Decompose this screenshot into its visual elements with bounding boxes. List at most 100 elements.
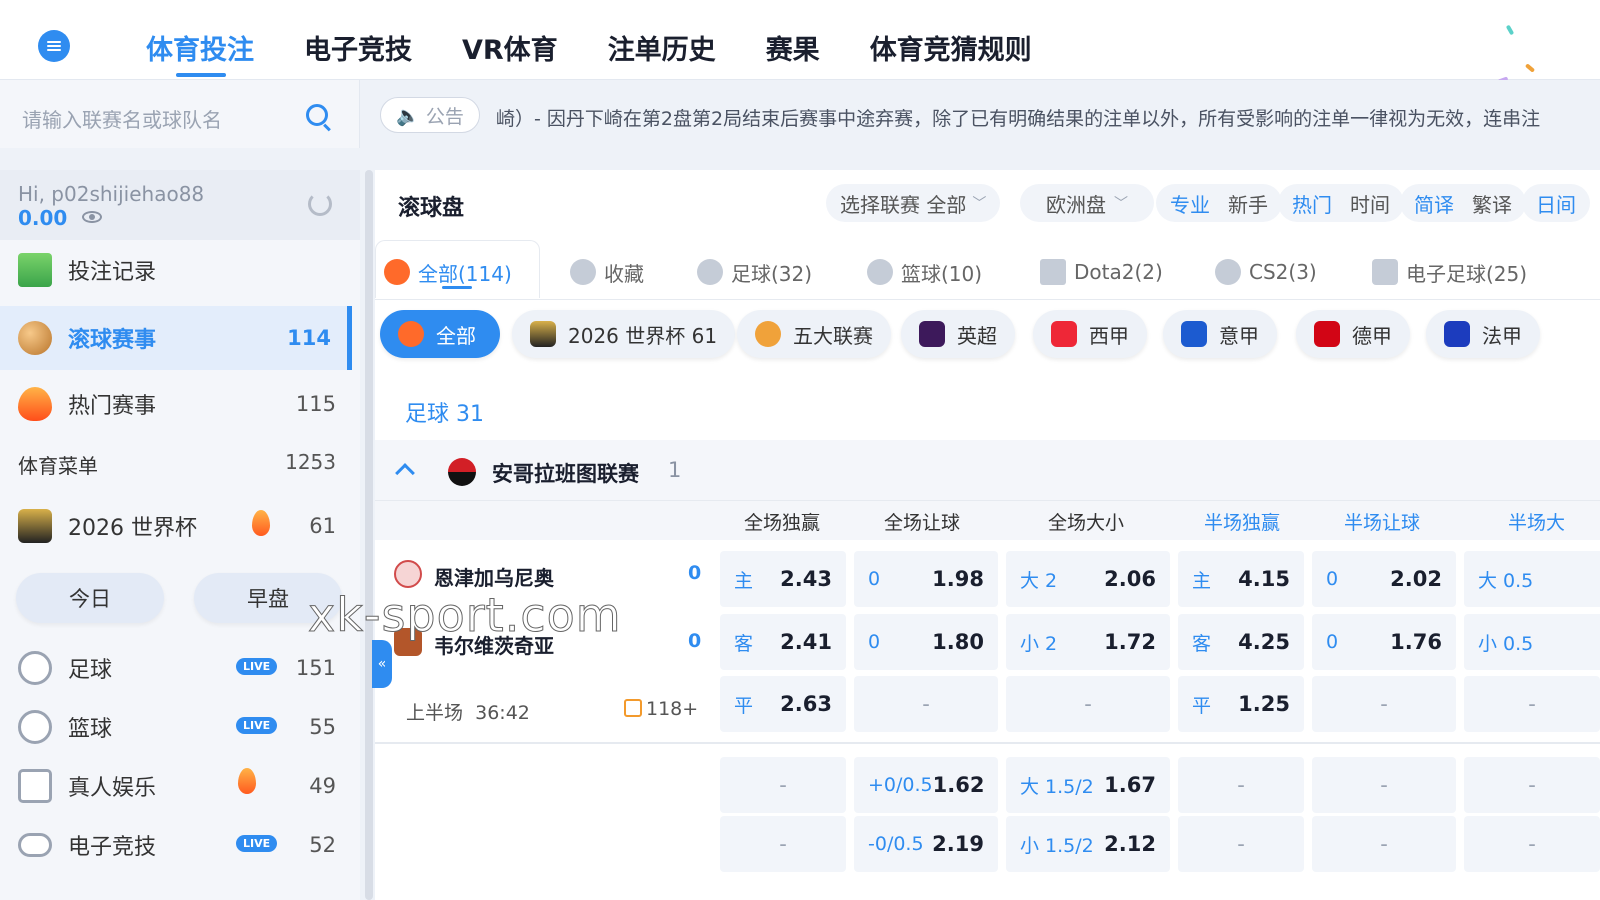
- odds-ft-handicap-alt-away[interactable]: -0/0.5 2.19: [854, 816, 998, 872]
- nav-vr-sports[interactable]: VR体育: [462, 28, 558, 67]
- odds-ft-draw[interactable]: 平 2.63: [720, 676, 846, 732]
- odds-value: 1.76: [1390, 630, 1442, 654]
- sidebar-item-bet-records[interactable]: 投注记录: [0, 238, 352, 302]
- odds-ft-over-alt[interactable]: 大 1.5/2 1.67: [1006, 757, 1170, 813]
- notice-badge[interactable]: 🔈 公告: [380, 97, 480, 133]
- sort-time[interactable]: 时间: [1350, 189, 1390, 218]
- receipt-icon: [18, 253, 52, 287]
- theme-day[interactable]: 日间: [1536, 189, 1576, 218]
- theme-toggle[interactable]: 日间: [1522, 184, 1590, 222]
- sidebar-item-label: 投注记录: [68, 260, 157, 285]
- nav-results[interactable]: 赛果: [766, 28, 820, 67]
- nav-rules[interactable]: 体育竞猜规则: [870, 28, 1032, 67]
- league-chip-ligue1[interactable]: 法甲: [1426, 310, 1540, 358]
- sidebar-item-label: 2026 世界杯: [68, 516, 197, 541]
- menu-icon[interactable]: [38, 30, 70, 62]
- tab-dota2[interactable]: Dota2(2): [1040, 254, 1163, 290]
- odds-ft-home[interactable]: 主 2.43: [720, 551, 846, 607]
- odds-ft-under[interactable]: 小 2 1.72: [1006, 614, 1170, 670]
- nav-esports[interactable]: 电子竞技: [304, 28, 412, 67]
- tab-underline: [442, 286, 472, 289]
- odds-ht-handicap-away[interactable]: 0 1.76: [1312, 614, 1456, 670]
- lang-traditional[interactable]: 繁译: [1472, 189, 1512, 218]
- dota2-icon: [1040, 259, 1066, 285]
- odds-empty: -: [854, 676, 998, 732]
- sidebar-item-football[interactable]: 足球 LIVE 151: [0, 636, 352, 700]
- sidebar-scrollbar[interactable]: [365, 170, 373, 900]
- league-chip-worldcup[interactable]: 2026 世界杯 61: [512, 310, 736, 358]
- tab-football[interactable]: 足球(32): [697, 254, 812, 290]
- nav-sports-betting[interactable]: 体育投注: [146, 28, 254, 77]
- odds-key: -0/0.5: [868, 833, 924, 855]
- sort-toggle[interactable]: 热门 时间: [1278, 184, 1404, 222]
- odds-ht-over[interactable]: 大 0.5: [1464, 551, 1600, 607]
- odds-ht-handicap-home[interactable]: 0 2.02: [1312, 551, 1456, 607]
- league-chip-epl[interactable]: 英超: [901, 310, 1015, 358]
- col-ht-over-under: 半场大: [1508, 512, 1566, 534]
- mode-pro[interactable]: 专业: [1170, 189, 1210, 218]
- league-chip-seriea[interactable]: 意甲: [1163, 310, 1277, 358]
- double-chevron-left-icon: «: [377, 656, 387, 672]
- odds-ht-under[interactable]: 小 0.5: [1464, 614, 1600, 670]
- language-toggle[interactable]: 简译 繁译: [1400, 184, 1526, 222]
- sidebar-item-label: 电子竞技: [68, 835, 157, 860]
- tab-basketball[interactable]: 篮球(10): [867, 254, 982, 290]
- odds-ht-away[interactable]: 客 4.25: [1178, 614, 1304, 670]
- league-select[interactable]: 选择联赛 全部 ﹀: [826, 184, 1001, 222]
- match-clock: 上半场 36:42: [406, 698, 530, 725]
- odds-empty: -: [1178, 816, 1304, 872]
- refresh-icon[interactable]: [308, 192, 332, 216]
- odds-key: 大 2: [1020, 569, 1058, 592]
- tab-favorites[interactable]: 收藏: [570, 254, 644, 290]
- odds-ft-handicap-home[interactable]: 0 1.98: [854, 551, 998, 607]
- odds-type-select[interactable]: 欧洲盘 ﹀: [1020, 184, 1154, 222]
- league-chip-top5[interactable]: 五大联赛: [737, 310, 891, 358]
- tab-cs2[interactable]: CS2(3): [1215, 254, 1317, 290]
- mode-novice[interactable]: 新手: [1228, 189, 1268, 218]
- worldcup-icon: [18, 509, 52, 543]
- sidebar-item-basketball[interactable]: 篮球 LIVE 55: [0, 695, 352, 759]
- tab-all[interactable]: 全部(114): [384, 254, 512, 290]
- today-button[interactable]: 今日: [16, 573, 164, 623]
- odds-ft-away[interactable]: 客 2.41: [720, 614, 846, 670]
- odds-key: 0: [1326, 631, 1339, 653]
- league-chip-bundesliga[interactable]: 德甲: [1296, 310, 1410, 358]
- odds-key: 主: [734, 569, 754, 592]
- sidebar-item-label: 足球: [68, 658, 113, 683]
- odds-ft-handicap-away[interactable]: 0 1.80: [854, 614, 998, 670]
- odds-value: 1.80: [932, 630, 984, 654]
- col-ht-1x2: 半场独赢: [1204, 512, 1281, 534]
- odds-ft-handicap-alt-home[interactable]: +0/0.5 1.62: [854, 757, 998, 813]
- home-team-name[interactable]: 恩津加乌尼奥: [434, 562, 554, 591]
- collapse-sidebar-button[interactable]: «: [372, 640, 392, 688]
- sidebar-item-live-casino[interactable]: 真人娱乐 49: [0, 754, 352, 818]
- odds-ft-over[interactable]: 大 2 2.06: [1006, 551, 1170, 607]
- sidebar-item-count: 115: [295, 392, 336, 416]
- sidebar-item-count: 49: [309, 774, 336, 798]
- odds-key: 0: [868, 631, 881, 653]
- search-input[interactable]: 请输入联赛名或球队名: [22, 104, 222, 133]
- league-chip-all[interactable]: 全部: [380, 310, 500, 358]
- sidebar-item-live[interactable]: 滚球赛事 114: [0, 306, 352, 370]
- odds-empty: -: [1312, 757, 1456, 813]
- mode-toggle[interactable]: 专业 新手: [1156, 184, 1282, 222]
- sidebar-item-hot[interactable]: 热门赛事 115: [0, 372, 352, 436]
- odds-type-label: 欧洲盘: [1046, 192, 1106, 217]
- odds-empty: -: [1312, 816, 1456, 872]
- sidebar-item-esports[interactable]: 电子竞技 LIVE 52: [0, 813, 352, 877]
- sort-hot[interactable]: 热门: [1292, 189, 1332, 218]
- search-icon[interactable]: [306, 104, 328, 126]
- odds-value: 1.62: [932, 773, 985, 797]
- odds-ft-under-alt[interactable]: 小 1.5/2 2.12: [1006, 816, 1170, 872]
- sidebar-item-count: 114: [287, 326, 331, 350]
- lang-simplified[interactable]: 简译: [1414, 189, 1454, 218]
- eye-icon[interactable]: [82, 211, 102, 223]
- odds-ht-draw[interactable]: 平 1.25: [1178, 676, 1304, 732]
- more-markets-button[interactable]: 118+: [624, 698, 698, 720]
- tab-efootball[interactable]: 电子足球(25): [1372, 254, 1527, 290]
- league-chip-laliga[interactable]: 西甲: [1033, 310, 1147, 358]
- nav-bet-history[interactable]: 注单历史: [608, 28, 716, 67]
- chip-label: 意甲: [1219, 323, 1259, 348]
- sidebar-item-worldcup[interactable]: 2026 世界杯 61: [0, 494, 352, 558]
- odds-ht-home[interactable]: 主 4.15: [1178, 551, 1304, 607]
